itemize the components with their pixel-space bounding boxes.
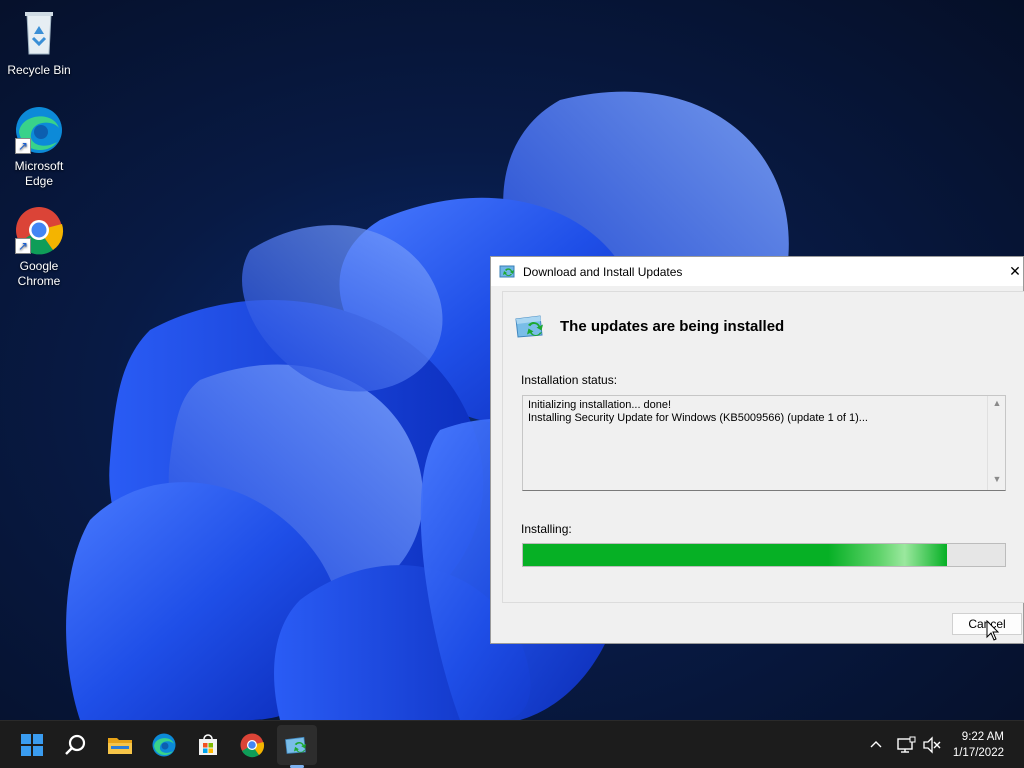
network-button[interactable] [896, 721, 916, 768]
dialog-title: Download and Install Updates [523, 264, 683, 279]
edge-icon [152, 733, 176, 757]
desktop-icon-label: Microsoft [14, 159, 64, 173]
status-scrollbar[interactable]: ▲ ▼ [987, 396, 1005, 490]
clock-date: 1/17/2022 [952, 747, 1004, 759]
desktop-icon-label: Google [19, 259, 59, 273]
clock-time: 9:22 AM [961, 731, 1004, 743]
progress-fill [523, 544, 948, 566]
volume-button[interactable] [922, 721, 942, 768]
recycle-bin-icon [13, 8, 65, 60]
volume-muted-icon [923, 736, 941, 754]
search-button[interactable] [60, 729, 92, 761]
windows-update-taskbar-button[interactable] [281, 729, 313, 761]
close-button[interactable]: ✕ [1007, 257, 1023, 286]
close-icon: ✕ [1009, 263, 1021, 279]
desktop-icon-google-chrome[interactable]: ↗ Google Chrome [1, 204, 77, 289]
edge-taskbar-button[interactable] [148, 729, 180, 761]
windows-update-icon [515, 315, 543, 338]
start-icon [21, 734, 43, 756]
store-icon [199, 734, 217, 755]
mouse-cursor-icon [986, 620, 1000, 641]
file-explorer-icon [108, 738, 132, 754]
status-line: Initializing installation... done! [528, 399, 672, 411]
installing-label: Installing: [521, 522, 572, 536]
chrome-taskbar-button[interactable] [236, 729, 268, 761]
start-button[interactable] [16, 729, 48, 761]
installation-status-log: Initializing installation... done! Insta… [522, 395, 1006, 491]
scroll-down-icon[interactable]: ▼ [991, 474, 1003, 484]
file-explorer-button[interactable] [104, 729, 136, 761]
chrome-icon [240, 733, 265, 758]
dialog-content: The updates are being installed Installa… [502, 291, 1024, 603]
store-button[interactable] [192, 729, 224, 761]
desktop-icon-label: Recycle Bin [7, 63, 71, 77]
taskbar-clock[interactable]: 9:22 AM 1/17/2022 [953, 729, 1004, 761]
search-icon [65, 734, 86, 755]
windows-update-icon [285, 736, 307, 754]
chrome-icon: ↗ [13, 204, 65, 256]
install-progress-bar [522, 543, 1006, 567]
tray-overflow-button[interactable] [868, 721, 884, 768]
taskbar: 9:22 AM 1/17/2022 [0, 720, 1024, 768]
edge-icon: ↗ [13, 104, 65, 156]
desktop-icon-microsoft-edge[interactable]: ↗ Microsoft Edge [1, 104, 77, 189]
shortcut-arrow-icon: ↗ [15, 238, 31, 254]
dialog-header: The updates are being installed [514, 313, 784, 339]
installation-status-label: Installation status: [521, 373, 618, 387]
shortcut-arrow-icon: ↗ [15, 138, 31, 154]
dialog-heading: The updates are being installed [560, 317, 785, 335]
scroll-up-icon[interactable]: ▲ [991, 398, 1003, 408]
desktop-icon-recycle-bin[interactable]: Recycle Bin [1, 8, 77, 78]
desktop-icon-label: Chrome [17, 274, 61, 288]
status-line: Installing Security Update for Windows (… [528, 412, 868, 424]
windows-update-icon [499, 265, 515, 277]
chevron-up-icon [870, 741, 882, 748]
dialog-titlebar[interactable]: Download and Install Updates ✕ [491, 257, 1023, 286]
network-icon [897, 736, 916, 753]
desktop-icon-label: Edge [24, 174, 54, 188]
update-dialog: Download and Install Updates ✕ The updat… [490, 256, 1024, 644]
